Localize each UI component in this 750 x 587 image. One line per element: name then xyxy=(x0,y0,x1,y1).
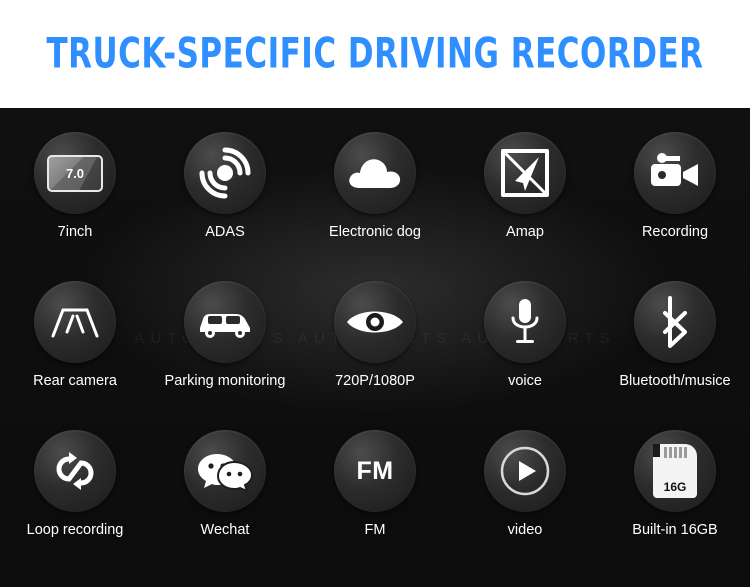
cloud-icon xyxy=(349,159,401,188)
feature-label: Built-in 16GB xyxy=(632,522,718,538)
feature-item-fm[interactable]: FM FM xyxy=(300,422,450,571)
feature-item-bluetooth[interactable]: Bluetooth/musice xyxy=(600,273,750,422)
feature-item-recording[interactable]: Recording xyxy=(600,124,750,273)
feature-label: Recording xyxy=(641,224,709,240)
feature-item-resolution[interactable]: 720P/1080P xyxy=(300,273,450,422)
sd-card-icon: 16G xyxy=(653,444,697,498)
icon-bubble xyxy=(634,132,716,214)
icon-bubble: 16G xyxy=(634,430,716,512)
icon-bubble xyxy=(634,281,716,363)
video-camera-icon xyxy=(651,153,698,186)
feature-item-wechat[interactable]: Wechat xyxy=(150,422,300,571)
sd-card-pins xyxy=(664,447,687,458)
feature-item-voice[interactable]: voice xyxy=(450,273,600,422)
feature-label: Amap xyxy=(506,224,544,240)
rear-camera-lines-icon xyxy=(51,308,99,338)
icon-bubble xyxy=(334,281,416,363)
screen-7-inch-icon: 7.0 xyxy=(47,154,103,192)
feature-grid: 7.0 7inch ADAS Electronic dog Amap Recor… xyxy=(0,124,750,571)
feature-item-parking-monitoring[interactable]: Parking monitoring xyxy=(150,273,300,422)
icon-bubble: 7.0 xyxy=(34,132,116,214)
feature-label: Bluetooth/musice xyxy=(619,373,731,389)
feature-label: Electronic dog xyxy=(329,224,421,240)
storage-capacity-badge: 16G xyxy=(663,480,687,494)
feature-item-rear-camera[interactable]: Rear camera xyxy=(0,273,150,422)
icon-bubble xyxy=(34,430,116,512)
feature-item-adas[interactable]: ADAS xyxy=(150,124,300,273)
icon-bubble xyxy=(184,132,266,214)
feature-label: video xyxy=(507,522,543,538)
icon-bubble xyxy=(484,430,566,512)
feature-grid-panel: AUTO PARTS AUTO PARTS AUTO PARTS 7.0 7in… xyxy=(0,108,750,587)
icon-bubble xyxy=(484,281,566,363)
icon-bubble xyxy=(34,281,116,363)
screen-size-badge: 7.0 xyxy=(65,165,85,181)
page-title: TRUCK-SPECIFIC DRIVING RECORDER xyxy=(46,29,704,78)
feature-item-electronic-dog[interactable]: Electronic dog xyxy=(300,124,450,273)
feature-label: Wechat xyxy=(200,522,250,538)
feature-label: 720P/1080P xyxy=(335,373,415,389)
icon-bubble xyxy=(334,132,416,214)
poster-root: TRUCK-SPECIFIC DRIVING RECORDER AUTO PAR… xyxy=(0,0,750,587)
icon-bubble xyxy=(184,430,266,512)
wechat-bubbles-icon xyxy=(198,454,254,493)
feature-label: ADAS xyxy=(205,224,245,240)
car-icon xyxy=(200,314,250,338)
icon-bubble xyxy=(184,281,266,363)
loop-arrows-icon xyxy=(56,452,94,490)
icon-bubble: FM xyxy=(334,430,416,512)
eye-icon xyxy=(347,311,403,333)
feature-item-amap[interactable]: Amap xyxy=(450,124,600,273)
feature-label: Loop recording xyxy=(26,522,124,538)
feature-label: Parking monitoring xyxy=(164,373,286,389)
feature-label: FM xyxy=(364,522,386,538)
feature-label: 7inch xyxy=(57,224,93,240)
microphone-icon xyxy=(511,299,539,343)
fm-text-icon: FM xyxy=(356,456,394,485)
feature-item-video[interactable]: video xyxy=(450,422,600,571)
icon-bubble xyxy=(484,132,566,214)
header: TRUCK-SPECIFIC DRIVING RECORDER xyxy=(0,0,750,108)
sd-card-notch xyxy=(653,444,660,457)
navigation-arrow-icon xyxy=(501,149,549,197)
feature-label: voice xyxy=(508,373,542,389)
feature-item-7inch[interactable]: 7.0 7inch xyxy=(0,124,150,273)
play-circle-icon xyxy=(500,446,550,496)
feature-item-storage[interactable]: 16G Built-in 16GB xyxy=(600,422,750,571)
adas-concentric-rings-icon xyxy=(199,147,251,199)
feature-label: Rear camera xyxy=(33,373,117,389)
feature-item-loop-recording[interactable]: Loop recording xyxy=(0,422,150,571)
bluetooth-icon xyxy=(663,296,687,348)
